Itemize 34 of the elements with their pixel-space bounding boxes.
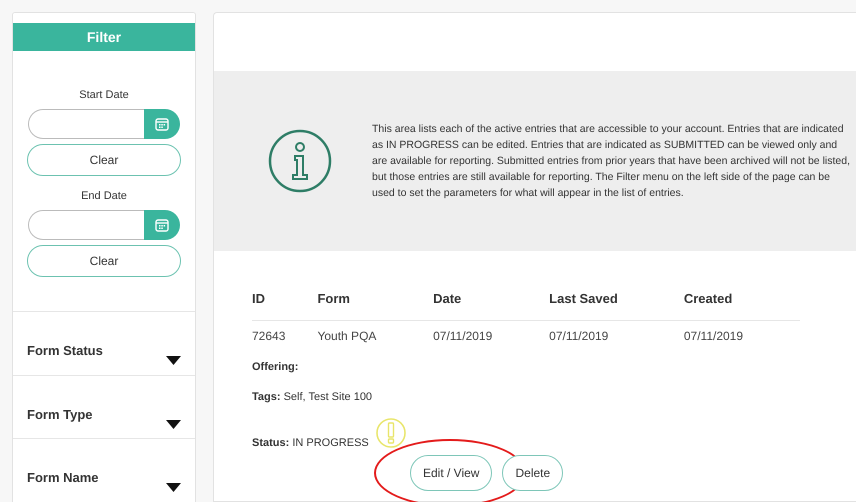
filter-section-title[interactable]: Form Type	[27, 406, 92, 438]
filter-title: Filter	[13, 23, 195, 51]
caret-icon[interactable]	[166, 356, 181, 365]
date-field[interactable]	[28, 109, 144, 139]
table-cell: 07/11/2019	[549, 320, 684, 343]
date-label: End Date	[81, 190, 127, 202]
column-header: Last Saved	[549, 291, 684, 320]
filter-section-title[interactable]: Form Name	[27, 470, 99, 502]
info-text: This area lists each of the active entries that are accessible to your account. Entries that are indicated as IN PROGRESS can be edited. Entries that are indicated as SUBMITTED can be viewed only and are available for reporting. Submitted entries from prior years that have been archived will not be listed, but those entries are still available for reporting. The Filter menu on the left side of the page can be used to set the parameters for what will appear in the list of entries.	[372, 122, 851, 201]
caret-icon[interactable]	[166, 420, 181, 429]
calendar-button[interactable]	[144, 109, 180, 139]
clear-button[interactable]: Clear	[27, 245, 181, 277]
filter-section-title[interactable]: Form Status	[27, 343, 103, 375]
calendar-icon	[155, 218, 169, 232]
info-icon	[268, 129, 332, 193]
column-header: Date	[433, 291, 550, 320]
calendar-icon	[155, 117, 169, 131]
entry-button[interactable]: Delete	[502, 455, 564, 491]
caret-icon[interactable]	[166, 483, 181, 492]
status-text: Status: IN PROGRESS	[252, 437, 369, 449]
table-cell: 07/11/2019	[433, 320, 550, 343]
clear-button[interactable]: Clear	[27, 144, 181, 176]
column-header: Form	[317, 291, 434, 320]
column-header: ID	[252, 291, 318, 320]
offering-label: Offering:	[252, 361, 300, 373]
table-cell: 07/11/2019	[684, 320, 800, 343]
date-label: Start Date	[79, 89, 129, 101]
date-field[interactable]	[28, 210, 144, 240]
table-cell: Youth PQA	[317, 320, 434, 343]
table-cell: 72643	[252, 320, 318, 343]
entry-button[interactable]: Edit / View	[410, 455, 492, 491]
calendar-button[interactable]	[144, 210, 180, 240]
column-header: Created	[684, 291, 800, 320]
tags-text: Tags: Self, Test Site 100	[252, 391, 374, 403]
